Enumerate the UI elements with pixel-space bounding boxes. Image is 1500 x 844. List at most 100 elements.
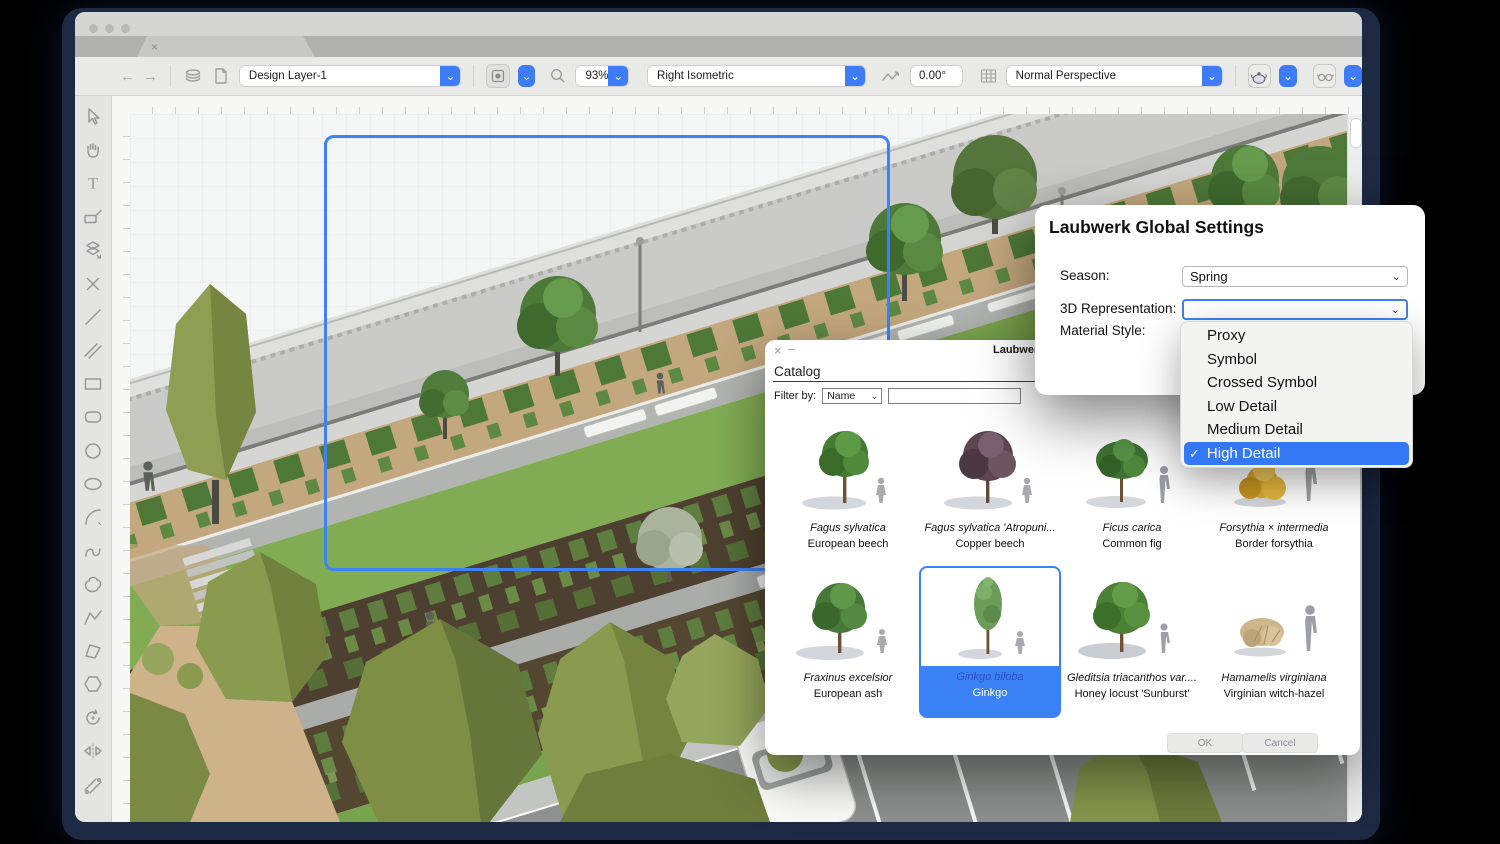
double-line-tool[interactable] <box>76 334 110 367</box>
plant-common-name: European ash <box>813 688 883 700</box>
view-orientation-select[interactable]: Right Isometric ⌄ <box>647 65 866 87</box>
plant-thumbnail <box>785 570 911 666</box>
plant-common-name: Copper beech <box>955 538 1025 550</box>
horizontal-ruler <box>130 96 1362 115</box>
catalog-section-title: Catalog <box>774 364 821 379</box>
zoom-magnifier-icon[interactable] <box>549 67 567 85</box>
rotate-tool[interactable] <box>76 701 110 734</box>
zoom-level-value: 93% <box>585 70 609 82</box>
chevron-down-icon: ⌄ <box>870 390 879 401</box>
dropdown-option-low-detail[interactable]: Low Detail <box>1181 395 1412 419</box>
polygon-tool[interactable] <box>76 634 110 667</box>
plant-latin-name: Ginkgo biloba <box>956 671 1024 683</box>
season-value: Spring <box>1190 269 1228 284</box>
plant-thumbnail <box>785 420 911 516</box>
season-select[interactable]: Spring ⌄ <box>1182 266 1408 287</box>
dropdown-option-label: High Detail <box>1206 444 1281 462</box>
navigation-graphics-chevron-button[interactable]: ⌄ <box>517 65 536 87</box>
dropdown-option-symbol[interactable]: Symbol <box>1181 348 1412 372</box>
new-sheet-icon[interactable] <box>211 66 231 86</box>
minimize-window-button[interactable] <box>105 24 114 33</box>
dropdown-option-crossed-symbol[interactable]: Crossed Symbol <box>1181 371 1412 395</box>
window-titlebar <box>75 12 1362 36</box>
chevron-down-icon: ⌄ <box>440 66 461 86</box>
plant-thumbnail <box>1211 570 1337 666</box>
rotation-angle-icon[interactable] <box>880 67 902 85</box>
plant-card[interactable]: Gleditsia triacanthos var.... Honey locu… <box>1061 568 1203 718</box>
dropdown-option-proxy[interactable]: Proxy <box>1181 324 1412 348</box>
regular-polygon-tool[interactable] <box>76 668 110 701</box>
plant-thumbnail <box>1069 420 1195 516</box>
zoom-level-select[interactable]: 93% ⌄ <box>575 65 630 87</box>
filter-by-select[interactable]: Name ⌄ <box>822 388 883 404</box>
close-icon[interactable]: × <box>774 344 782 357</box>
layer-select[interactable]: Design Layer-1 ⌄ <box>238 65 462 87</box>
zoom-window-button[interactable] <box>121 24 130 33</box>
plant-thumbnail <box>1069 570 1195 666</box>
blob-tool[interactable] <box>76 567 110 600</box>
plant-common-name: Border forsythia <box>1235 538 1313 550</box>
representation-select[interactable]: ⌄ <box>1182 299 1408 320</box>
view-toolbar: ← → Design Layer-1 ⌄ ⌄ 93% ⌄ Right Isome… <box>75 57 1362 96</box>
material-style-label: Material Style: <box>1060 323 1146 338</box>
filter-row: Filter by: Name ⌄ <box>774 388 1022 404</box>
plant-latin-name: Forsythia × intermedia <box>1219 522 1329 534</box>
rounded-rectangle-tool[interactable] <box>76 401 110 434</box>
minimize-icon[interactable]: – <box>788 342 795 355</box>
document-tab[interactable]: × <box>137 36 315 57</box>
plant-latin-name: Gleditsia triacanthos var.... <box>1067 672 1197 684</box>
back-icon[interactable]: ← <box>120 68 135 85</box>
visualization-glasses-button[interactable] <box>1312 64 1337 88</box>
plant-common-name: Ginkgo <box>972 687 1008 699</box>
grid-settings-icon[interactable] <box>979 67 998 85</box>
oval-tool[interactable] <box>76 467 110 500</box>
forward-icon[interactable]: → <box>143 68 158 85</box>
dialog-title: Laubwerk Global Settings <box>1049 217 1264 237</box>
render-mode-teapot-button[interactable] <box>1247 64 1272 88</box>
delete-tool[interactable] <box>76 267 110 300</box>
cancel-button[interactable]: Cancel <box>1242 733 1318 753</box>
plant-card[interactable]: Fraxinus excelsior European ash <box>777 568 919 718</box>
plant-common-name: Honey locust 'Sunburst' <box>1074 688 1190 700</box>
layers-icon[interactable] <box>183 66 203 86</box>
circle-tool[interactable] <box>76 434 110 467</box>
freehand-tool[interactable] <box>76 534 110 567</box>
offset-tool[interactable] <box>76 768 110 801</box>
dropdown-option-medium-detail[interactable]: Medium Detail <box>1181 418 1412 442</box>
plant-card[interactable]: Fagus sylvatica 'Atropuni... Copper beec… <box>919 418 1061 568</box>
plant-card-selected[interactable]: Ginkgo biloba Ginkgo <box>919 566 1061 718</box>
plant-card[interactable]: Hamamelis virginiana Virginian witch-haz… <box>1203 568 1345 718</box>
rectangle-tool[interactable] <box>76 367 110 400</box>
text-tool[interactable]: T <box>76 167 110 200</box>
callout-tool[interactable] <box>76 200 110 233</box>
selection-tool[interactable] <box>76 100 110 133</box>
chevron-down-icon: ⌄ <box>844 66 865 86</box>
chevron-down-icon: ⌄ <box>608 66 629 86</box>
plant-latin-name: Ficus carica <box>1102 522 1162 534</box>
pan-tool[interactable] <box>76 133 110 166</box>
svg-text:T: T <box>88 176 98 193</box>
view-orientation-value: Right Isometric <box>657 70 734 82</box>
mirror-tool[interactable] <box>76 734 110 767</box>
line-tool[interactable] <box>76 300 110 333</box>
ok-button[interactable]: OK <box>1167 733 1243 753</box>
navigation-graphics-button[interactable] <box>486 64 510 88</box>
render-mode-chevron-button[interactable]: ⌄ <box>1279 65 1297 87</box>
stack-tool[interactable] <box>76 234 110 267</box>
visualization-chevron-button[interactable]: ⌄ <box>1344 65 1362 87</box>
plant-card[interactable]: Fagus sylvatica European beech <box>777 418 919 568</box>
projection-select[interactable]: Normal Perspective ⌄ <box>1005 65 1223 87</box>
document-tabbar: × <box>75 36 1362 57</box>
chevron-down-icon: ⌄ <box>1391 271 1401 283</box>
tab-close-icon[interactable]: × <box>151 41 158 53</box>
dropdown-option-high-detail[interactable]: ✓ High Detail <box>1184 441 1409 465</box>
arc-tool[interactable] <box>76 501 110 534</box>
plant-thumbnail <box>927 420 1053 516</box>
close-window-button[interactable] <box>89 24 98 33</box>
rotation-angle-field[interactable]: 0.00° <box>909 65 963 87</box>
polyline-tool[interactable] <box>76 601 110 634</box>
plant-latin-name: Fagus sylvatica 'Atropuni... <box>924 522 1056 534</box>
scrollbar-thumb[interactable] <box>1350 118 1362 148</box>
filter-query-input[interactable] <box>888 388 1022 404</box>
toolbar-separator <box>170 65 171 87</box>
